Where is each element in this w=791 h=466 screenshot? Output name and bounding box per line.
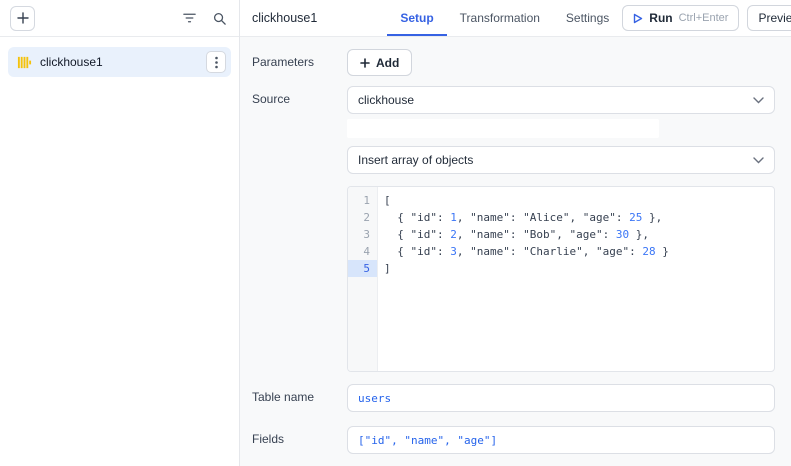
plus-icon	[360, 58, 370, 68]
code-editor[interactable]: 12345 [ { "id": 1, "name": "Alice", "age…	[347, 186, 775, 372]
add-parameter-button[interactable]: Add	[347, 49, 412, 76]
run-shortcut: Ctrl+Enter	[679, 12, 729, 24]
source-select-value: clickhouse	[358, 93, 414, 107]
parameters-label: Parameters	[252, 49, 347, 76]
operation-select-value: Insert array of objects	[358, 153, 473, 167]
editor-line-number: 5	[348, 260, 377, 277]
tab-bar: Setup Transformation Settings	[387, 0, 622, 36]
query-setup-panel: Parameters Add Source clickhouse Insert …	[240, 37, 791, 466]
query-title: clickhouse1	[252, 11, 317, 25]
sidebar-toolbar	[0, 0, 239, 37]
play-icon	[633, 13, 643, 24]
editor-line-number: 1	[348, 192, 377, 209]
editor-line-number: 4	[348, 243, 377, 260]
query-header: clickhouse1 Setup Transformation Setting…	[240, 0, 791, 37]
run-button[interactable]: Run Ctrl+Enter	[622, 5, 739, 31]
filter-icon[interactable]	[179, 8, 199, 28]
table-name-row: Table name	[252, 384, 775, 412]
editor-code: [ { "id": 1, "name": "Alice", "age": 25 …	[378, 187, 774, 371]
kebab-icon	[215, 56, 218, 69]
new-query-button[interactable]	[10, 6, 35, 31]
chevron-down-icon	[753, 97, 764, 104]
editor-line-number: 3	[348, 226, 377, 243]
source-detail-placeholder	[347, 119, 659, 138]
query-editor-window: clickhouse1 clickhouse1 Setup Transforma…	[0, 0, 791, 466]
editor-code-line: [	[384, 192, 774, 209]
editor-gutter: 12345	[348, 187, 378, 371]
sidebar: clickhouse1	[0, 0, 240, 466]
tab-transformation[interactable]: Transformation	[447, 0, 553, 36]
source-row: Source clickhouse Insert array of object…	[252, 86, 775, 372]
operation-select[interactable]: Insert array of objects	[347, 146, 775, 174]
tab-setup[interactable]: Setup	[387, 0, 446, 36]
search-icon[interactable]	[209, 8, 229, 28]
preview-button[interactable]: Preview	[747, 5, 791, 31]
parameters-row: Parameters Add	[252, 49, 775, 76]
clickhouse-logo-icon	[17, 55, 32, 70]
editor-line-number: 2	[348, 209, 377, 226]
run-label: Run	[649, 11, 672, 25]
header-actions: Run Ctrl+Enter Preview	[622, 5, 791, 31]
tab-settings[interactable]: Settings	[553, 0, 622, 36]
query-item-label: clickhouse1	[40, 55, 198, 69]
source-select[interactable]: clickhouse	[347, 86, 775, 114]
editor-code-line: ]	[384, 260, 774, 277]
table-name-input[interactable]	[347, 384, 775, 412]
editor-code-line: { "id": 2, "name": "Bob", "age": 30 },	[384, 226, 774, 243]
query-menu-button[interactable]	[206, 51, 226, 73]
fields-label: Fields	[252, 426, 347, 454]
source-label: Source	[252, 86, 347, 372]
table-name-label: Table name	[252, 384, 347, 412]
plus-icon	[17, 12, 29, 24]
editor-code-line: { "id": 3, "name": "Charlie", "age": 28 …	[384, 243, 774, 260]
add-parameter-label: Add	[376, 56, 399, 70]
fields-input[interactable]	[347, 426, 775, 454]
chevron-down-icon	[753, 157, 764, 164]
query-list-item[interactable]: clickhouse1	[8, 47, 231, 77]
fields-row: Fields	[252, 426, 775, 454]
editor-code-line: { "id": 1, "name": "Alice", "age": 25 },	[384, 209, 774, 226]
